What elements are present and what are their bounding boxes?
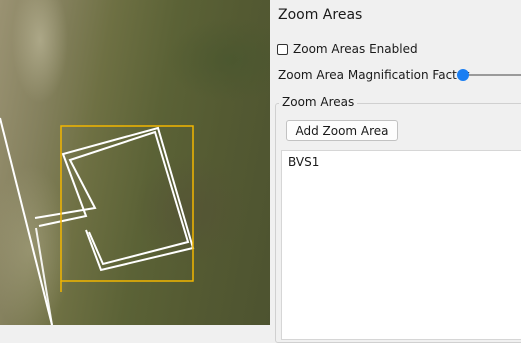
list-item[interactable]: BVS1 — [288, 155, 319, 169]
zoom-areas-enabled-label: Zoom Areas Enabled — [293, 42, 418, 56]
road-branch-line — [35, 227, 53, 325]
zoom-areas-enabled-row[interactable]: Zoom Areas Enabled — [277, 41, 418, 57]
add-zoom-area-button[interactable]: Add Zoom Area — [286, 120, 398, 141]
map-view[interactable] — [0, 0, 270, 325]
road-line — [0, 117, 53, 325]
zoom-areas-group-title: Zoom Areas — [279, 95, 358, 109]
building-outline — [0, 118, 35, 218]
zoom-areas-list[interactable]: BVS1 — [281, 150, 521, 340]
magnification-slider-track[interactable] — [461, 74, 521, 76]
magnification-slider-thumb[interactable] — [457, 69, 469, 81]
panel-title: Zoom Areas — [278, 7, 363, 23]
zoom-areas-enabled-checkbox[interactable] — [277, 43, 288, 55]
zoom-areas-panel: Zoom Areas Zoom Areas Enabled Zoom Area … — [270, 0, 521, 343]
magnification-factor-label: Zoom Area Magnification Factor — [278, 68, 470, 82]
building-outline-inner — [38, 126, 195, 272]
map-overlay — [0, 117, 195, 325]
